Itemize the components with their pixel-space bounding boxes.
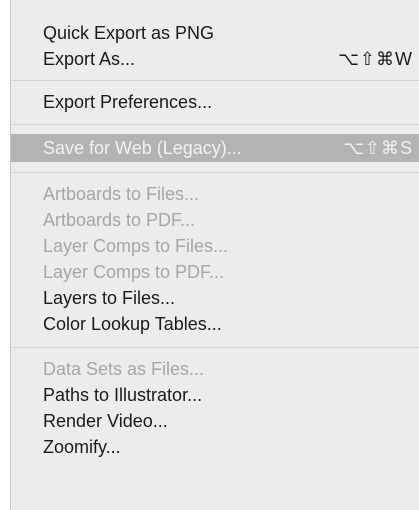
- menu-item-render-video[interactable]: Render Video...: [11, 408, 419, 434]
- menu-item-color-lookup-tables[interactable]: Color Lookup Tables...: [11, 311, 419, 337]
- menu-item-label: Export Preferences...: [43, 92, 213, 112]
- menu-separator: [11, 172, 419, 173]
- menu-item-label: Artboards to Files...: [43, 184, 200, 204]
- menu-item-export-preferences[interactable]: Export Preferences...: [11, 89, 419, 115]
- menu-item-artboards-to-files[interactable]: Artboards to Files...: [11, 181, 419, 207]
- menu-item-label: Layers to Files...: [43, 288, 176, 308]
- menu-item-export-as[interactable]: Export As... ⌥⇧⌘W: [11, 46, 419, 72]
- menu-item-zoomify[interactable]: Zoomify...: [11, 434, 419, 460]
- menu-item-artboards-to-pdf[interactable]: Artboards to PDF...: [11, 207, 419, 233]
- menu-item-paths-to-illustrator[interactable]: Paths to Illustrator...: [11, 382, 419, 408]
- menu-item-shortcut: ⌥⇧⌘W: [338, 49, 413, 69]
- menu-item-label: Quick Export as PNG: [43, 23, 215, 43]
- menu-item-label: Layer Comps to PDF...: [43, 262, 225, 282]
- menu-separator: [11, 124, 419, 125]
- menu-item-layer-comps-to-files[interactable]: Layer Comps to Files...: [11, 233, 419, 259]
- menu-item-label: Data Sets as Files...: [43, 359, 205, 379]
- menu-item-label: Export As...: [43, 49, 136, 69]
- menu-item-label: Paths to Illustrator...: [43, 385, 203, 405]
- menu-separator: [11, 347, 419, 348]
- menu-item-layer-comps-to-pdf[interactable]: Layer Comps to PDF...: [11, 259, 419, 285]
- menu-item-layers-to-files[interactable]: Layers to Files...: [11, 285, 419, 311]
- menu-item-label: Color Lookup Tables...: [43, 314, 222, 334]
- menu-item-quick-export-png[interactable]: Quick Export as PNG: [11, 20, 419, 46]
- menu-item-label: Render Video...: [43, 411, 168, 431]
- export-menu: Quick Export as PNG Export As... ⌥⇧⌘W Ex…: [10, 0, 419, 510]
- menu-separator: [11, 80, 419, 81]
- menu-item-label: Save for Web (Legacy)...: [43, 138, 242, 158]
- menu-item-save-for-web[interactable]: Save for Web (Legacy)... ⌥⇧⌘S: [11, 134, 419, 162]
- menu-item-shortcut: ⌥⇧⌘S: [343, 138, 413, 158]
- menu-item-label: Artboards to PDF...: [43, 210, 196, 230]
- menu-item-label: Zoomify...: [43, 437, 121, 457]
- menu-item-label: Layer Comps to Files...: [43, 236, 229, 256]
- menu-item-data-sets-as-files[interactable]: Data Sets as Files...: [11, 356, 419, 382]
